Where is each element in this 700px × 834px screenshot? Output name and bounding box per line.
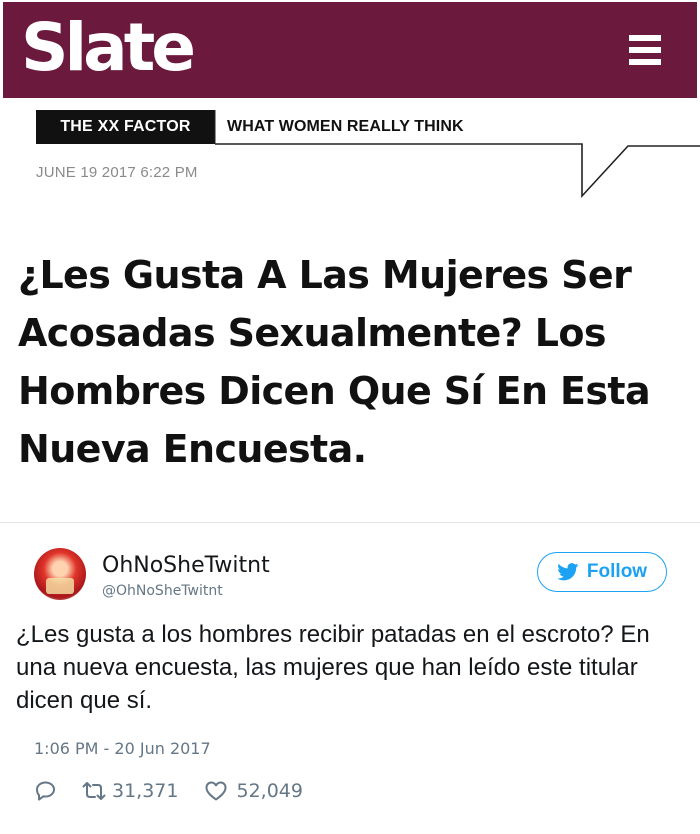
article-title: ¿Les Gusta A Las Mujeres Ser Acosadas Se…: [18, 253, 651, 471]
tweet-text: ¿Les gusta a los hombres recibir patadas…: [16, 621, 650, 714]
retweet-icon: [82, 782, 106, 800]
slate-logo[interactable]: Slate: [21, 8, 196, 88]
tweet-timestamp[interactable]: 1:06 PM - 20 Jun 2017: [34, 739, 211, 758]
like-action[interactable]: 52,049: [204, 779, 303, 803]
reply-icon[interactable]: [34, 779, 58, 803]
avatar[interactable]: [34, 548, 86, 600]
like-count: 52,049: [236, 780, 303, 802]
site-header: Slate: [3, 2, 697, 98]
twitter-bird-icon: [557, 563, 579, 581]
retweet-count: 31,371: [112, 780, 179, 802]
follow-label: Follow: [586, 561, 648, 582]
tweet-actions: 31,371 52,049: [34, 776, 303, 806]
menu-icon[interactable]: [629, 35, 661, 65]
article-date: JUNE 19 2017 6:22 PM: [36, 164, 198, 181]
retweet-action[interactable]: 31,371: [82, 779, 178, 803]
divider: [0, 522, 700, 523]
section-tagline: WHAT WOMEN REALLY THINK: [227, 118, 464, 135]
display-name[interactable]: OhNoSheTwitnt: [102, 553, 270, 578]
heart-icon: [205, 781, 227, 801]
handle[interactable]: @OhNoSheTwitnt: [102, 583, 223, 599]
section-label[interactable]: THE XX FACTOR: [36, 110, 215, 144]
follow-button[interactable]: Follow: [537, 552, 667, 592]
